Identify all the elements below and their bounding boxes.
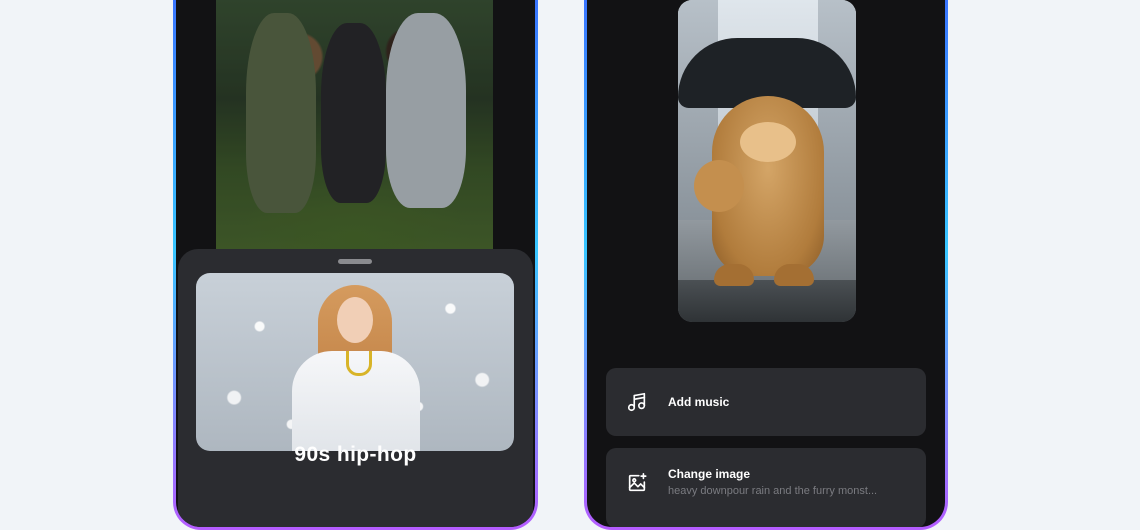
group-photo — [216, 0, 493, 252]
monster-photo-puddle — [678, 280, 856, 322]
left-phone-frame: 90s hip-hop — [173, 0, 538, 530]
add-music-button[interactable]: Add music — [606, 368, 926, 436]
right-phone-screen: Add music Change image heavy downpour ra… — [587, 0, 945, 527]
group-photo-figure — [321, 23, 386, 203]
change-image-button[interactable]: Change image heavy downpour rain and the… — [606, 448, 926, 527]
monster-photo-foot — [714, 264, 754, 286]
change-image-label: Change image — [668, 467, 751, 481]
monster-photo-arm — [694, 160, 744, 212]
group-photo-figure — [246, 13, 316, 213]
group-photo-figure — [386, 13, 466, 208]
add-music-label: Add music — [668, 395, 730, 409]
style-preview-photo[interactable] — [196, 273, 514, 451]
style-preview-figure — [346, 351, 372, 376]
style-title: 90s hip-hop — [294, 443, 417, 466]
change-image-prompt: heavy downpour rain and the furry monst.… — [668, 485, 878, 497]
monster-photo — [678, 0, 856, 322]
style-preview-figure — [337, 297, 373, 343]
style-bottom-sheet: 90s hip-hop — [178, 249, 533, 527]
left-phone-screen: 90s hip-hop — [176, 0, 535, 527]
music-note-icon — [626, 391, 648, 413]
image-sparkle-icon — [626, 472, 648, 494]
sheet-drag-handle[interactable] — [338, 259, 372, 264]
monster-photo-face — [740, 122, 796, 162]
monster-photo-foot — [774, 264, 814, 286]
right-phone-frame: Add music Change image heavy downpour ra… — [584, 0, 948, 530]
